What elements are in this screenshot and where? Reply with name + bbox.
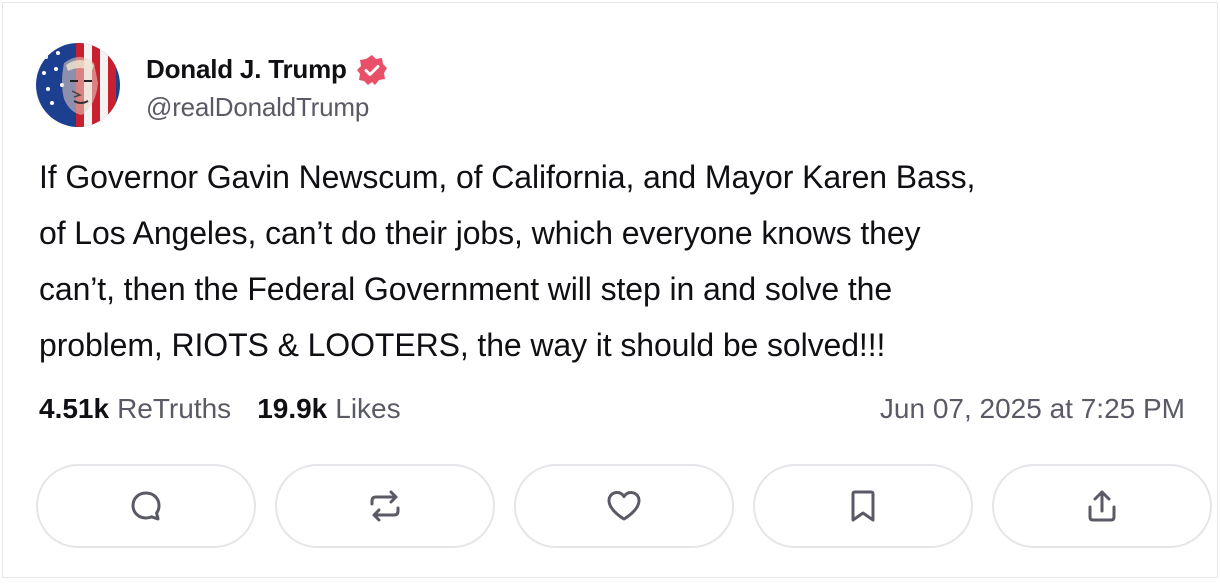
retruth-button[interactable]	[275, 464, 495, 548]
post-header: Donald J. Trump @realDonaldTrump	[36, 43, 389, 127]
post-timestamp[interactable]: Jun 07, 2025 at 7:25 PM	[880, 393, 1185, 425]
like-button[interactable]	[514, 464, 734, 548]
likes-count: 19.9k	[257, 393, 328, 424]
author-info: Donald J. Trump @realDonaldTrump	[146, 48, 389, 123]
retruths-label: ReTruths	[117, 393, 232, 424]
author-handle[interactable]: @realDonaldTrump	[146, 92, 389, 123]
post-actions	[36, 464, 1212, 548]
post-stats: 4.51k ReTruths 19.9k Likes Jun 07, 2025 …	[39, 393, 1185, 425]
share-button[interactable]	[992, 464, 1212, 548]
verified-badge-icon	[355, 53, 389, 87]
retruths-stat[interactable]: 4.51k ReTruths	[39, 393, 231, 425]
author-display-name[interactable]: Donald J. Trump	[146, 54, 347, 85]
avatar[interactable]	[36, 43, 120, 127]
bookmark-button[interactable]	[753, 464, 973, 548]
post-card: Donald J. Trump @realDonaldTrump If Gove…	[2, 2, 1218, 578]
reply-button[interactable]	[36, 464, 256, 548]
share-icon	[1088, 490, 1116, 522]
likes-label: Likes	[335, 393, 401, 424]
post-body-text: If Governor Gavin Newscum, of California…	[39, 159, 976, 363]
bookmark-icon	[851, 490, 875, 522]
likes-stat[interactable]: 19.9k Likes	[257, 393, 400, 425]
heart-icon	[607, 491, 641, 521]
reply-icon	[131, 491, 161, 521]
retruths-count: 4.51k	[39, 393, 110, 424]
author-name-row: Donald J. Trump	[146, 48, 389, 92]
retruth-icon	[370, 490, 400, 522]
